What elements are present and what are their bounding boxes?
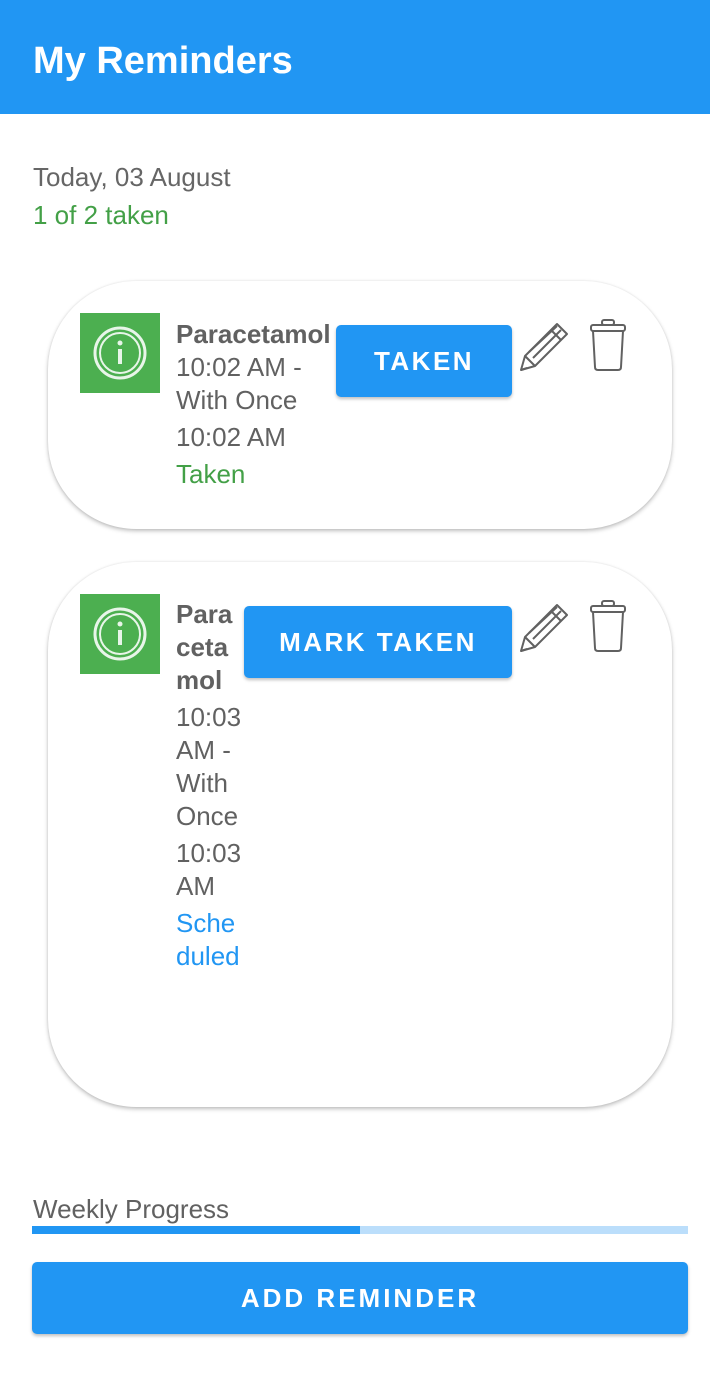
medication-name: Paracetamol [176, 319, 331, 349]
reminder-card: Paracetamol 10:03 AM - With Once 10:03 A… [48, 562, 672, 1107]
taken-button[interactable]: TAKEN [336, 325, 512, 397]
app-bar: My Reminders [0, 0, 710, 114]
add-reminder-button[interactable]: ADD REMINDER [32, 1262, 688, 1334]
status-label: Scheduled [176, 908, 240, 971]
reminder-card: Paracetamol 10:02 AM - With Once 10:02 A… [48, 281, 672, 529]
weekly-progress-bar [32, 1226, 688, 1234]
weekly-progress-fill [32, 1226, 360, 1234]
info-icon[interactable] [80, 313, 160, 393]
date-label: Today, 03 August [33, 162, 231, 192]
medication-details: Paracetamol 10:03 AM - With Once 10:03 A… [176, 598, 244, 973]
weekly-progress-label: Weekly Progress [33, 1194, 230, 1224]
medication-time: 10:03 AM [176, 838, 242, 901]
pencil-icon[interactable] [517, 318, 573, 374]
app-title: My Reminders [33, 40, 293, 82]
info-icon[interactable] [80, 594, 160, 674]
medication-time: 10:02 AM [176, 422, 286, 452]
trash-icon[interactable] [588, 318, 628, 372]
medication-details: Paracetamol 10:02 AM - With Once 10:02 A… [176, 318, 346, 491]
trash-icon[interactable] [588, 599, 628, 653]
taken-summary: 1 of 2 taken [33, 200, 169, 230]
pencil-icon[interactable] [517, 599, 573, 655]
medication-name: Paracetamol [176, 599, 233, 695]
mark-taken-button[interactable]: MARK TAKEN [244, 606, 512, 678]
medication-schedule: 10:02 AM - With Once [176, 352, 302, 415]
status-label: Taken [176, 459, 246, 489]
medication-schedule: 10:03 AM - With Once [176, 702, 242, 831]
